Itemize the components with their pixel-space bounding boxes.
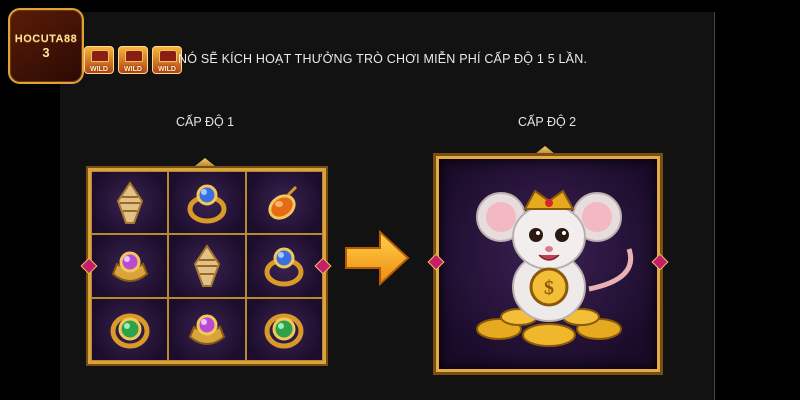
brand-name: HOCUTA88: [14, 32, 78, 45]
purple-gem-crown-icon: [168, 297, 246, 361]
level-1-reel-grid: [88, 168, 326, 364]
shell-icon: [168, 234, 246, 298]
svg-text:$: $: [544, 277, 554, 299]
green-gem-ring-icon: [245, 297, 323, 361]
arrow-right-icon: [345, 229, 410, 287]
blue-gem-ring-icon: [168, 171, 246, 235]
level-2-label: CẤP ĐỘ 2: [518, 115, 577, 129]
level-2-symbol-frame: $: [436, 156, 660, 372]
feature-description: NÓ SẼ KÍCH HOẠT THƯỞNG TRÒ CHƠI MIỄN PHÍ…: [178, 52, 588, 66]
brand-number: 3: [42, 44, 50, 60]
brand-logo[interactable]: HOCUTA88 3: [8, 8, 84, 84]
purple-gem-crown-icon: [91, 234, 169, 298]
orange-gem-pendant-icon: [245, 171, 323, 235]
wild-icons: WILD WILD WILD: [84, 46, 182, 74]
green-gem-ring-icon: [91, 297, 169, 361]
level-1-label: CẤP ĐỘ 1: [176, 115, 235, 129]
shell-icon: [91, 171, 169, 235]
wild-chest-icon: WILD: [118, 46, 148, 74]
wild-chest-icon: WILD: [84, 46, 114, 74]
golden-rat-icon: $: [476, 189, 633, 347]
blue-gem-ring-icon: [245, 234, 323, 298]
